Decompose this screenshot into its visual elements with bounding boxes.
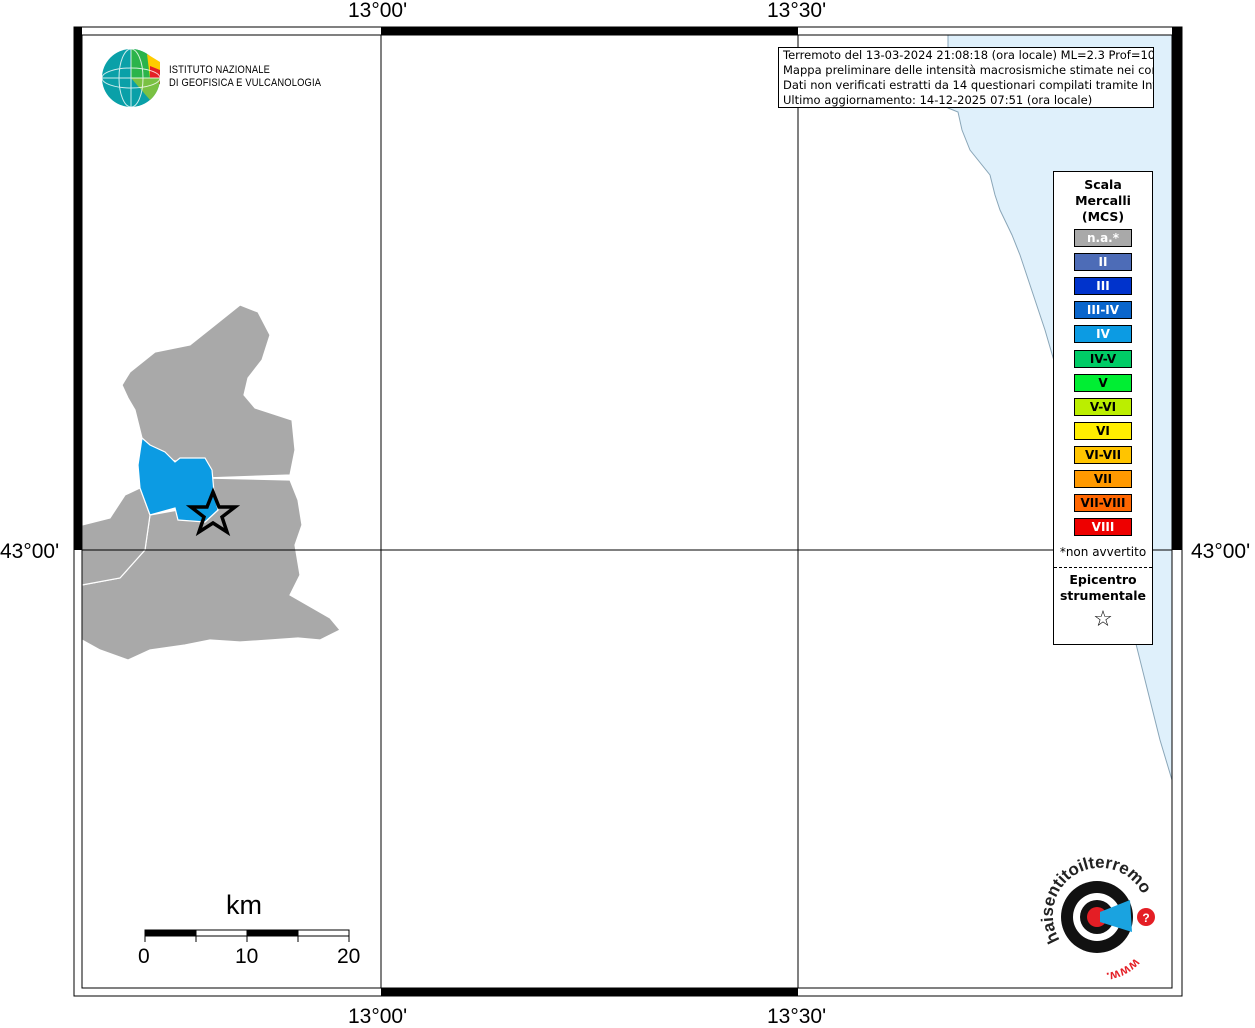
svg-text:?: ? [1142,911,1149,925]
lon-label-top-1330: 13°30' [767,0,827,22]
legend-separator [1054,567,1152,568]
legend-title-line3: (MCS) [1081,209,1125,224]
legend-epicenter-line2: strumentale [1059,588,1147,603]
legend-swatch-vii: VII [1074,470,1132,488]
legend-title-line2: Mercalli [1075,193,1131,208]
ingv-logo-text: ISTITUTO NAZIONALE DI GEOFISICA E VULCAN… [169,64,321,90]
scale-bar-unit: km [226,890,262,920]
legend-swatch-n-a: n.a.* [1074,229,1132,247]
event-info-line2: Mappa preliminare delle intensità macros… [783,63,1154,77]
event-info-box: Terremoto del 13-03-2024 21:08:18 (ora l… [778,47,1154,108]
scale-tick-0: 0 [138,945,150,968]
svg-text:www.: www. [1105,955,1144,985]
legend-swatch-ii: II [1074,253,1132,272]
legend-epicenter-label: Epicentro strumentale [1054,572,1152,604]
ingv-logo-line2: DI GEOFISICA E VULCANOLOGIA [169,77,322,89]
ingv-logo-line1: ISTITUTO NAZIONALE [169,64,271,76]
legend-swatch-viii: VIII [1074,518,1132,537]
ingv-globe-icon [101,48,161,108]
legend-swatch-iv-v: IV-V [1074,349,1132,368]
mcs-legend: Scala Mercalli (MCS) n.a.* II III III-IV IV I… [1053,171,1153,645]
lat-label-right-4300: 43°00' [1191,540,1251,563]
lat-label-left-4300: 43°00' [0,540,60,563]
scale-tick-10: 10 [235,945,259,968]
scale-bar [144,929,350,942]
legend-swatch-v: V [1074,373,1132,392]
event-info-line1: Terremoto del 13-03-2024 21:08:18 (ora l… [783,48,1154,62]
lon-label-top-1300: 13°00' [348,0,408,22]
badge-prefix: www. [1105,955,1144,985]
legend-swatch-vi-vii: VI-VII [1074,445,1132,464]
legend-epicenter-line1: Epicentro [1069,572,1137,587]
legend-title-line1: Scala [1084,177,1122,192]
legend-swatch-vii-viii: VII-VIII [1074,494,1132,513]
legend-swatch-iv: IV [1074,325,1132,344]
event-info-line4: Ultimo aggiornamento: 14-12-2025 07:51 (… [783,93,1093,107]
legend-swatch-v-vi: V-VI [1074,397,1132,416]
legend-note-not-felt: *non avvertito [1059,545,1147,559]
legend-swatch-vi: VI [1074,421,1132,440]
legend-swatch-iii: III [1074,277,1132,296]
scale-tick-20: 20 [337,945,361,968]
event-info-line3: Dati non verificati estratti da 14 quest… [783,78,1154,92]
legend-swatch-iii-iv: III-IV [1074,301,1132,320]
legend-star-icon: ☆ [1093,607,1113,632]
